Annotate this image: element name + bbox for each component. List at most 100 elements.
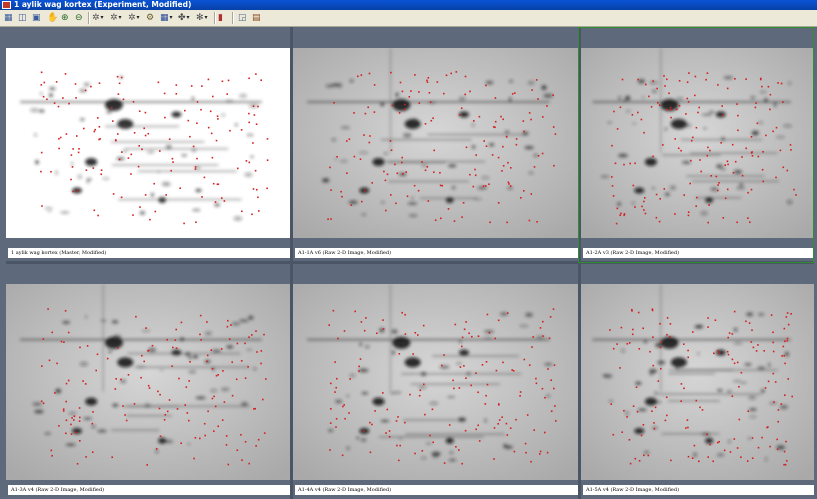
spot-marker[interactable] bbox=[777, 409, 780, 411]
spot-marker[interactable] bbox=[736, 103, 738, 105]
spot-marker[interactable] bbox=[512, 370, 515, 372]
spot-marker[interactable] bbox=[369, 421, 371, 424]
spot-marker[interactable] bbox=[697, 111, 699, 114]
spot-marker[interactable] bbox=[775, 176, 777, 179]
spot-marker[interactable] bbox=[454, 323, 457, 326]
spot-marker[interactable] bbox=[509, 427, 512, 429]
spot-marker[interactable] bbox=[650, 106, 653, 108]
spot-marker[interactable] bbox=[132, 101, 135, 103]
spot-marker[interactable] bbox=[369, 135, 371, 137]
spot-marker[interactable] bbox=[541, 387, 544, 390]
spot-marker[interactable] bbox=[501, 170, 503, 172]
spot-marker[interactable] bbox=[143, 127, 145, 130]
spot-marker[interactable] bbox=[226, 93, 228, 95]
spot-marker[interactable] bbox=[648, 95, 650, 98]
spot-marker[interactable] bbox=[90, 85, 92, 88]
spot-marker[interactable] bbox=[645, 83, 647, 86]
spot-marker[interactable] bbox=[775, 126, 778, 129]
zoom-in-button[interactable]: ⊕ bbox=[61, 12, 69, 24]
spot-marker[interactable] bbox=[638, 460, 641, 462]
spot-marker[interactable] bbox=[767, 380, 770, 383]
spot-marker[interactable] bbox=[629, 162, 631, 165]
spot-marker[interactable] bbox=[707, 221, 709, 224]
spot-marker[interactable] bbox=[662, 144, 664, 146]
spot-marker[interactable] bbox=[217, 183, 220, 185]
spot-marker[interactable] bbox=[430, 119, 433, 122]
spot-marker[interactable] bbox=[678, 104, 681, 107]
spot-marker[interactable] bbox=[144, 194, 147, 196]
spot-marker[interactable] bbox=[111, 106, 113, 109]
spot-marker[interactable] bbox=[216, 115, 219, 117]
spot-marker[interactable] bbox=[511, 93, 514, 95]
spot-marker[interactable] bbox=[227, 319, 229, 322]
spot-marker[interactable] bbox=[632, 328, 634, 331]
spot-marker[interactable] bbox=[371, 423, 373, 426]
spot-marker[interactable] bbox=[453, 387, 455, 390]
spot-marker[interactable] bbox=[207, 78, 210, 81]
spot-marker[interactable] bbox=[770, 314, 773, 316]
spot-marker[interactable] bbox=[787, 378, 789, 380]
spot-marker[interactable] bbox=[669, 109, 672, 111]
spot-marker[interactable] bbox=[484, 185, 487, 187]
spot-tool-button[interactable]: ✲ ▾ bbox=[92, 12, 104, 24]
spot-marker[interactable] bbox=[359, 158, 362, 160]
spot-marker[interactable] bbox=[334, 361, 336, 363]
match-tool-button[interactable]: ⚙ bbox=[146, 12, 154, 24]
spot-marker[interactable] bbox=[397, 416, 399, 418]
spot-marker[interactable] bbox=[265, 378, 267, 380]
spot-marker[interactable] bbox=[386, 173, 389, 176]
spot-marker[interactable] bbox=[86, 345, 89, 347]
spot-marker[interactable] bbox=[124, 414, 126, 416]
spot-marker[interactable] bbox=[330, 189, 332, 191]
spot-marker[interactable] bbox=[664, 85, 666, 87]
spot-marker[interactable] bbox=[220, 348, 223, 350]
spot-marker[interactable] bbox=[51, 331, 53, 334]
spot-marker[interactable] bbox=[678, 80, 681, 82]
spot-marker[interactable] bbox=[635, 386, 638, 389]
spot-marker[interactable] bbox=[539, 453, 541, 455]
spot-marker[interactable] bbox=[663, 75, 665, 77]
spot-marker[interactable] bbox=[98, 126, 101, 128]
spot-marker[interactable] bbox=[643, 200, 645, 203]
spot-marker[interactable] bbox=[122, 98, 125, 101]
spot-marker[interactable] bbox=[98, 138, 100, 141]
spot-marker[interactable] bbox=[114, 139, 117, 141]
spot-marker[interactable] bbox=[334, 391, 336, 393]
spot-marker[interactable] bbox=[483, 140, 485, 142]
spot-marker[interactable] bbox=[497, 202, 500, 204]
spot-marker[interactable] bbox=[100, 173, 102, 176]
spot-marker[interactable] bbox=[376, 332, 378, 335]
spot-marker[interactable] bbox=[786, 169, 789, 172]
spot-marker[interactable] bbox=[718, 440, 720, 443]
spot-marker[interactable] bbox=[358, 370, 360, 372]
spot-marker[interactable] bbox=[777, 82, 779, 84]
spot-marker[interactable] bbox=[240, 434, 242, 436]
spot-marker[interactable] bbox=[761, 436, 763, 439]
spot-marker[interactable] bbox=[765, 134, 767, 137]
spot-marker[interactable] bbox=[749, 221, 751, 223]
spot-marker[interactable] bbox=[229, 129, 231, 132]
spot-marker[interactable] bbox=[746, 460, 749, 462]
spot-marker[interactable] bbox=[612, 347, 615, 350]
spot-marker[interactable] bbox=[386, 408, 389, 411]
spot-marker[interactable] bbox=[762, 180, 765, 183]
spot-marker[interactable] bbox=[367, 106, 369, 109]
spot-marker[interactable] bbox=[120, 76, 123, 79]
spot-marker[interactable] bbox=[146, 464, 148, 466]
spot-marker[interactable] bbox=[776, 438, 778, 441]
spot-marker[interactable] bbox=[443, 92, 445, 95]
spot-marker[interactable] bbox=[336, 377, 338, 380]
spot-marker[interactable] bbox=[716, 189, 719, 192]
spot-marker[interactable] bbox=[417, 334, 419, 336]
spot-marker[interactable] bbox=[214, 201, 217, 203]
spot-marker[interactable] bbox=[56, 362, 58, 365]
spot-marker[interactable] bbox=[360, 74, 363, 76]
spot-marker[interactable] bbox=[382, 392, 384, 394]
spot-marker[interactable] bbox=[329, 422, 332, 424]
spot-marker[interactable] bbox=[112, 193, 115, 195]
spot-marker[interactable] bbox=[644, 197, 646, 199]
spot-marker[interactable] bbox=[405, 171, 407, 173]
spot-marker[interactable] bbox=[65, 382, 68, 385]
spot-marker[interactable] bbox=[685, 427, 687, 429]
spot-marker[interactable] bbox=[42, 95, 45, 98]
